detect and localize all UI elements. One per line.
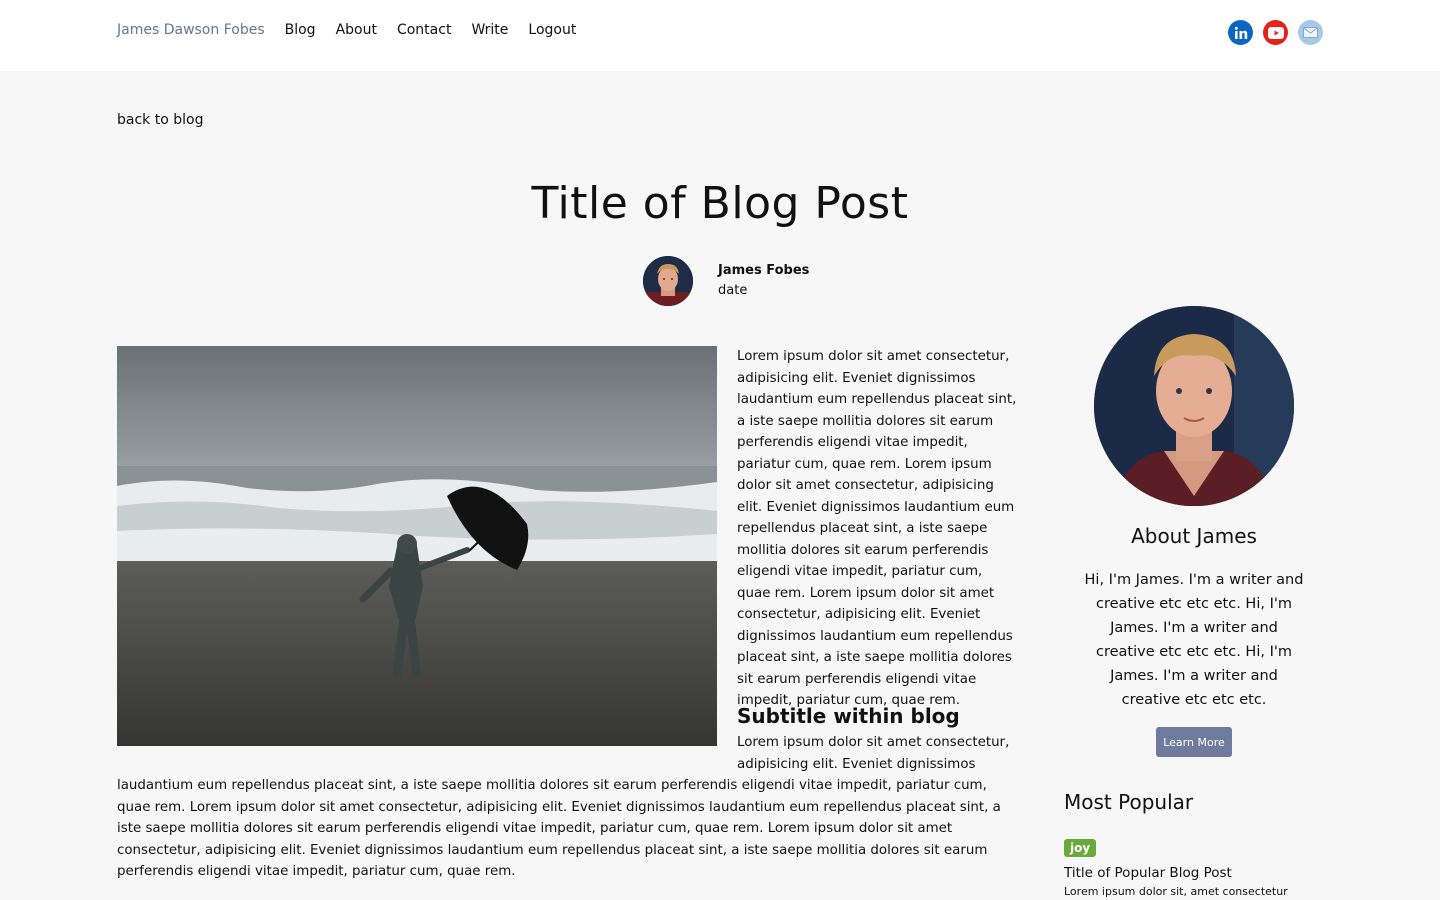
most-popular-heading: Most Popular: [1064, 790, 1194, 814]
back-to-blog-link[interactable]: back to blog: [117, 112, 203, 128]
nav-link-contact[interactable]: Contact: [397, 22, 451, 38]
byline: James Fobes date: [643, 256, 809, 306]
post-title: Title of Blog Post: [531, 178, 909, 229]
brand-link[interactable]: James Dawson Fobes: [117, 22, 265, 38]
popular-post-excerpt: Lorem ipsum dolor sit, amet consectetur: [1064, 885, 1288, 898]
post-date: date: [718, 283, 748, 298]
popular-post-tag[interactable]: joy: [1064, 839, 1097, 857]
author-avatar: [643, 256, 693, 306]
post-paragraph-2-start: Lorem ipsum dolor sit amet consectetur, …: [737, 735, 1010, 772]
linkedin-icon[interactable]: [1228, 20, 1253, 45]
hero-image: [117, 346, 717, 746]
post-paragraph-2-rest: laudantium eum repellendus placeat sint,…: [117, 778, 1001, 879]
about-title: About James: [1131, 524, 1257, 548]
main-nav: James Dawson Fobes Blog About Contact Wr…: [117, 22, 576, 38]
author-name: James Fobes: [718, 263, 810, 278]
popular-post-title[interactable]: Title of Popular Blog Post: [1064, 865, 1232, 881]
youtube-icon[interactable]: [1263, 20, 1288, 45]
nav-link-blog[interactable]: Blog: [285, 22, 316, 38]
nav-link-about[interactable]: About: [336, 22, 377, 38]
mail-icon[interactable]: [1298, 20, 1323, 45]
about-text: Hi, I'm James. I'm a writer and creative…: [1084, 572, 1304, 708]
nav-link-write[interactable]: Write: [471, 22, 508, 38]
site-header: James Dawson Fobes Blog About Contact Wr…: [0, 0, 1440, 71]
post-subtitle: Subtitle within blog: [737, 704, 960, 728]
post-paragraph-1: Lorem ipsum dolor sit amet consectetur, …: [737, 349, 1017, 708]
about-avatar: [1094, 306, 1294, 506]
learn-more-button[interactable]: Learn More: [1156, 727, 1232, 757]
nav-link-logout[interactable]: Logout: [528, 22, 576, 38]
social-links: [1228, 20, 1323, 45]
